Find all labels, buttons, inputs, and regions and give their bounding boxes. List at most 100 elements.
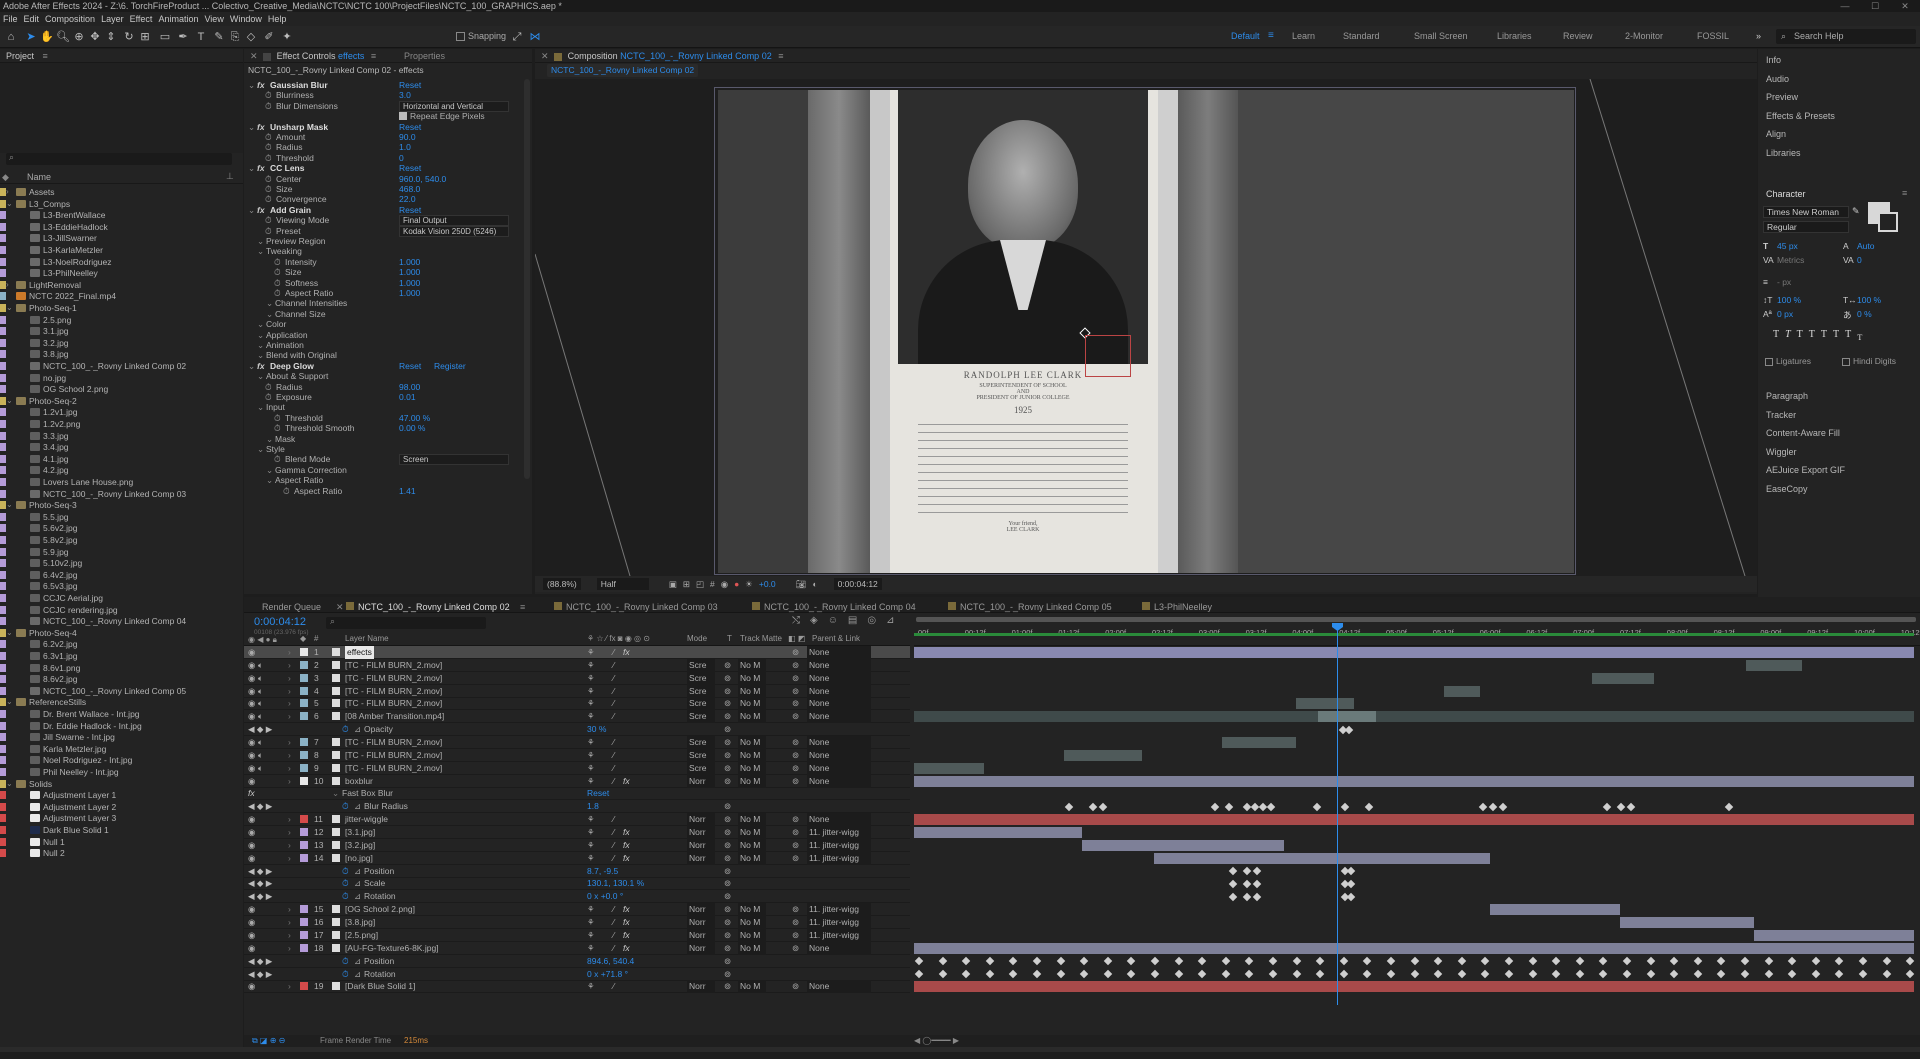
composition-breadcrumb[interactable]: NCTC_100_-_Rovny Linked Comp 02 <box>547 64 699 77</box>
snapping-checkbox[interactable] <box>456 32 465 41</box>
disclosure-triangle-icon[interactable]: › <box>288 646 291 659</box>
layer-row[interactable]: ◉ › 16 [3.8.jpg] ⚘ ⁄ fx Norr ⊚ No M ⊚ 11. jitter-wi… <box>244 916 910 930</box>
layer-row[interactable]: ◉ › 13 [3.2.jpg] ⚘ ⁄ fx Norr ⊚ No M ⊚ 11. jitter-wi… <box>244 838 910 852</box>
quality-switch-icon[interactable]: ⁄ <box>613 852 614 865</box>
baseline-shift-value[interactable]: 0 px <box>1777 309 1793 319</box>
keyframe-marker[interactable] <box>1834 956 1844 966</box>
panel-menu-icon[interactable]: ≡ <box>1902 188 1907 198</box>
kerning-value[interactable]: Metrics <box>1777 255 1804 265</box>
visibility-eye-icon[interactable]: ◉ <box>248 813 255 826</box>
layer-label-swatch[interactable] <box>300 918 308 927</box>
layer-label-swatch[interactable] <box>300 905 308 914</box>
layer-duration-bar[interactable] <box>1444 685 1480 697</box>
label-color-swatch[interactable] <box>0 489 6 498</box>
tracking-value[interactable]: 0 <box>1857 255 1862 265</box>
label-color-swatch[interactable] <box>0 234 6 243</box>
tab-comp-02[interactable]: NCTC_100_-_Rovny Linked Comp 02 <box>358 602 510 612</box>
layer-name[interactable]: [3.8.jpg] <box>345 916 375 929</box>
label-color-swatch[interactable] <box>0 443 6 452</box>
layer-label-swatch[interactable] <box>300 750 308 759</box>
keyframe-navigator[interactable]: ◀ ◆ ▶ <box>248 877 272 890</box>
stopwatch-icon[interactable]: ⏱ <box>342 877 349 890</box>
label-color-swatch[interactable] <box>0 292 6 301</box>
quality-switch-icon[interactable]: ⁄ <box>613 839 614 852</box>
effect-property-value[interactable]: 1.41 <box>399 485 416 498</box>
mask-visibility-icon[interactable]: ◰ <box>696 579 704 590</box>
track-matte-pickwhip-icon[interactable]: ⊚ <box>724 839 731 852</box>
parent-dropdown[interactable]: 11. jitter-wigg <box>807 916 871 930</box>
parent-dropdown[interactable]: 11. jitter-wigg <box>807 826 871 840</box>
shy-switch-icon[interactable]: ⚘ <box>587 697 595 710</box>
disclosure-triangle-icon[interactable]: ⌄ <box>332 787 339 800</box>
layer-label-swatch[interactable] <box>300 686 308 695</box>
keyframe-marker[interactable] <box>1197 956 1207 966</box>
keyframe-marker[interactable] <box>1693 969 1703 979</box>
keyframe-marker[interactable] <box>1150 969 1160 979</box>
layer-row[interactable]: ◉ 🔈︎ › 6 [08 Amber Transition.mp4] ⚘ ⁄ Scre ⊚ No … <box>244 710 910 724</box>
keyframe-marker[interactable] <box>1882 969 1892 979</box>
composition-mini-flowchart-icon[interactable]: ⤭ <box>792 615 800 626</box>
resolution-dropdown[interactable]: Half <box>596 578 649 590</box>
blend-mode-dropdown[interactable]: Norr <box>687 941 715 955</box>
expression-pickwhip-icon[interactable]: ⊚ <box>724 723 731 736</box>
keyframe-marker[interactable] <box>1740 956 1750 966</box>
label-color-swatch[interactable] <box>0 768 6 776</box>
fx-switch-icon[interactable]: fx <box>623 839 630 852</box>
parent-pickwhip-icon[interactable]: ⊚ <box>792 929 799 942</box>
menu-animation[interactable]: Animation <box>155 14 201 24</box>
rectangle-tool-icon[interactable]: ▭ <box>158 30 172 44</box>
eyedropper-icon[interactable]: ✎ <box>1852 206 1860 217</box>
layer-row[interactable]: ◉ 🔈︎ › 8 [TC - FILM BURN_2.mov] ⚘ ⁄ Scre ⊚ No M ⊚ N… <box>244 748 910 762</box>
mode-header[interactable]: Mode <box>687 634 707 643</box>
visibility-eye-icon[interactable]: ◉ <box>248 710 255 723</box>
label-color-swatch[interactable] <box>0 385 6 394</box>
stopwatch-icon[interactable]: ⏱ <box>342 723 349 736</box>
keyframe-marker[interactable] <box>1346 892 1356 902</box>
flowchart-icon[interactable]: ⊥ <box>226 171 234 182</box>
keyframe-marker[interactable] <box>938 956 948 966</box>
layer-row[interactable]: ◉ › 14 [no.jpg] ⚘ ⁄ fx Norr ⊚ No M ⊚ 11. jitter-wig… <box>244 851 910 865</box>
fx-switch-icon[interactable]: fx <box>623 929 630 942</box>
effect-controls-scrollbar[interactable] <box>524 79 530 479</box>
parent-dropdown[interactable]: None <box>807 774 871 788</box>
transparency-grid-icon[interactable]: ⊞ <box>683 579 690 590</box>
keyframe-marker[interactable] <box>1616 802 1626 812</box>
track-matte-dropdown[interactable]: No M <box>738 697 766 711</box>
workspace-overflow-icon[interactable]: » <box>1756 31 1761 41</box>
graph-icon[interactable]: ⊿ <box>354 955 361 968</box>
blend-mode-dropdown[interactable]: Scre <box>687 761 715 775</box>
visibility-eye-icon[interactable]: ◉ <box>248 749 255 762</box>
show-snapshot-icon[interactable]: ◐ <box>812 579 817 589</box>
disclosure-triangle-icon[interactable]: › <box>288 762 291 775</box>
keyframe-marker[interactable] <box>1056 956 1066 966</box>
draft-3d-icon[interactable]: ◈ <box>810 615 818 626</box>
color-management-icon[interactable]: ● <box>734 579 739 589</box>
zoom-dropdown[interactable]: (88.8%) <box>543 578 581 590</box>
label-color-swatch[interactable] <box>0 559 6 568</box>
fx-switch-icon[interactable]: fx <box>623 852 630 865</box>
keyframe-marker[interactable] <box>1602 802 1612 812</box>
visibility-eye-icon[interactable]: ◉ <box>248 736 255 749</box>
parent-dropdown[interactable]: None <box>807 941 871 955</box>
keyframe-marker[interactable] <box>1197 969 1207 979</box>
keyframe-marker[interactable] <box>1858 969 1868 979</box>
label-color-swatch[interactable] <box>0 710 6 718</box>
audio-icon[interactable]: 🔈︎ <box>258 762 263 775</box>
fx-switch-icon[interactable]: fx <box>623 903 630 916</box>
layer-label-swatch[interactable] <box>300 763 308 772</box>
fx-switch-icon[interactable]: fx <box>623 775 630 788</box>
track-matte-pickwhip-icon[interactable]: ⊚ <box>724 659 731 672</box>
keyframe-marker[interactable] <box>985 969 995 979</box>
track-matte-pickwhip-icon[interactable]: ⊚ <box>724 980 731 993</box>
keyframe-marker[interactable] <box>1551 956 1561 966</box>
parent-dropdown[interactable]: None <box>807 980 871 994</box>
workspace-2-monitor[interactable]: 2-Monitor <box>1625 31 1663 41</box>
label-color-swatch[interactable] <box>0 512 6 521</box>
visibility-eye-icon[interactable]: ◉ <box>248 697 255 710</box>
visibility-eye-icon[interactable]: ◉ <box>248 775 255 788</box>
project-item[interactable]: Null 2 <box>0 846 243 860</box>
track-matte-dropdown[interactable]: No M <box>738 980 766 994</box>
visibility-eye-icon[interactable]: ◉ <box>248 839 255 852</box>
layer-name[interactable]: effects <box>345 646 374 659</box>
property-row[interactable]: ◀ ◆ ▶ ⏱ ⊿ Opacity 30 % ⊚ <box>244 723 910 737</box>
